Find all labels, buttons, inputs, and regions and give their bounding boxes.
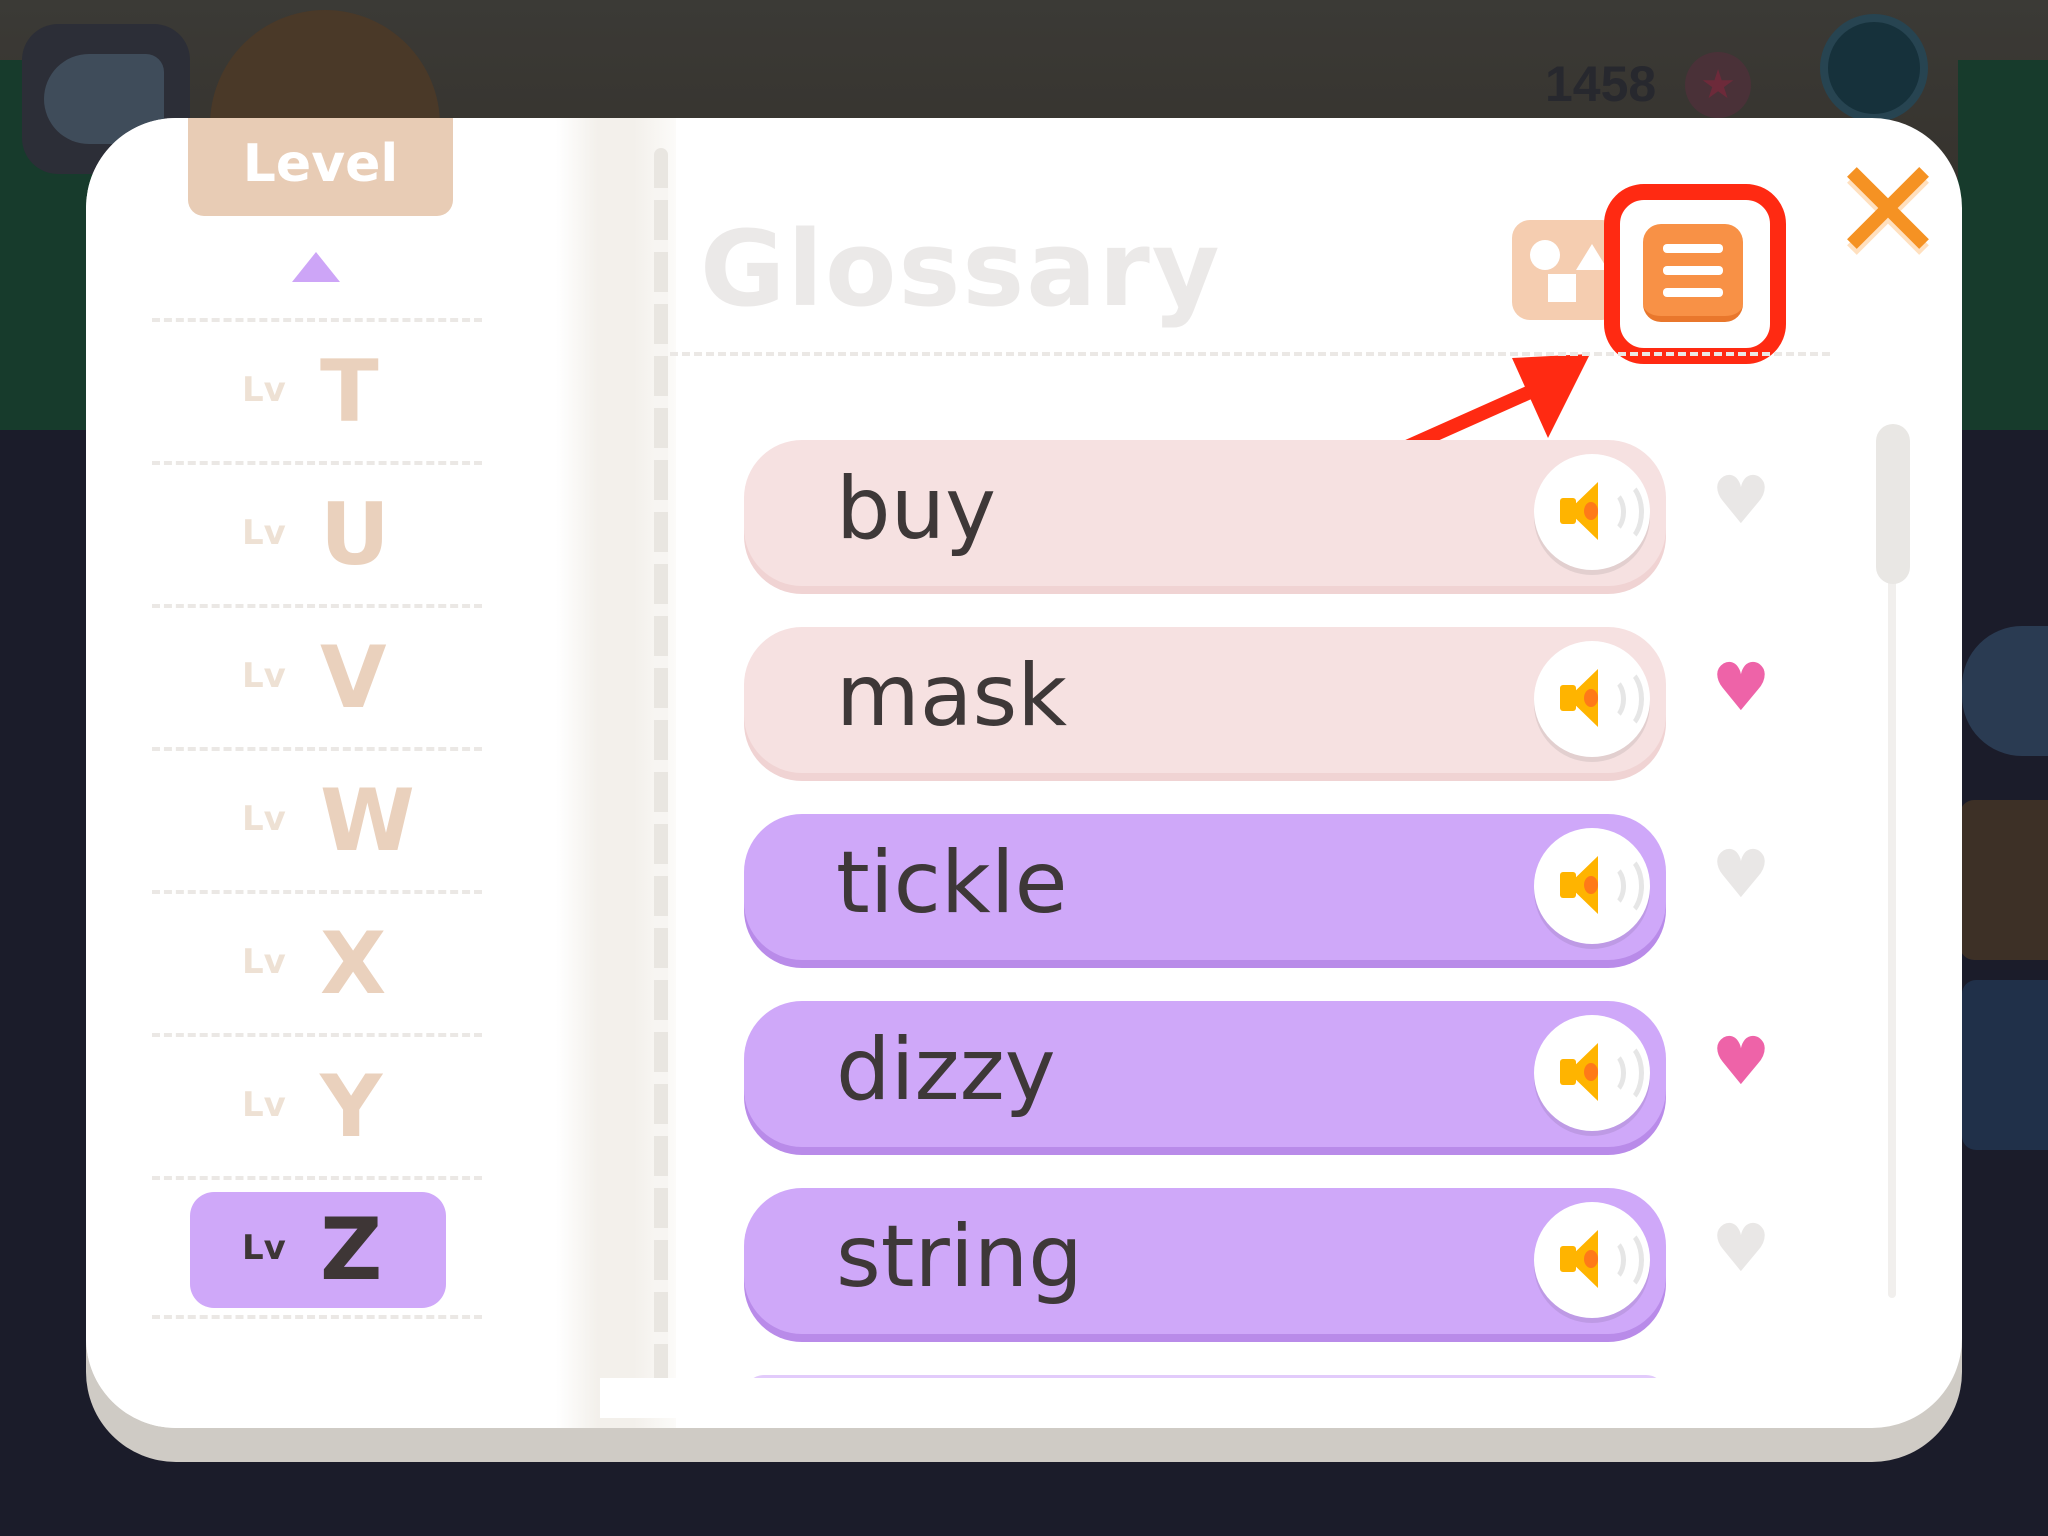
level-letter: U [320,485,390,585]
word-row: dizzy ♥ [744,1001,1784,1188]
globe-icon [1820,14,1928,122]
favorite-heart-icon[interactable]: ♥ [1706,840,1776,910]
level-letter: Y [320,1057,383,1157]
star-icon: ★ [1685,52,1751,118]
level-letter: T [320,342,379,442]
level-prefix: Lv [242,1228,286,1268]
word-row: tickle ♥ [744,814,1784,1001]
speaker-body [1560,872,1576,898]
favorite-heart-icon[interactable]: ♥ [1706,653,1776,723]
level-letter: X [320,914,387,1014]
speaker-body [1560,685,1576,711]
word-row: string ♥ [744,1188,1784,1375]
level-header: Level [188,118,453,216]
sound-wave-icon [1602,667,1644,731]
audio-button[interactable] [1534,641,1650,757]
level-row: Lv X [152,890,482,1033]
word-card[interactable]: tickle [744,814,1666,960]
audio-button[interactable] [1534,828,1650,944]
list-icon-line [1663,266,1723,275]
level-row: Lv V [152,604,482,747]
circle-shape-icon [1530,240,1560,270]
word-text: dizzy [836,1020,1056,1120]
word-card[interactable]: mask [744,627,1666,773]
header-divider [670,352,1830,356]
list-icon-line [1663,244,1723,253]
list-clip [600,1378,1876,1418]
word-text: string [836,1207,1083,1307]
word-card[interactable]: buy [744,440,1666,586]
level-item-v[interactable]: Lv V [152,620,482,736]
sound-wave-icon [1602,480,1644,544]
sound-wave-icon [1602,1041,1644,1105]
favorite-heart-icon[interactable]: ♥ [1706,1027,1776,1097]
level-item-x[interactable]: Lv X [152,906,482,1022]
word-text: buy [836,459,996,559]
level-letter: Z [320,1200,383,1300]
side-card [1960,800,2048,960]
square-shape-icon [1548,274,1576,302]
level-row: Lv W [152,747,482,890]
level-row: Lv Y [152,1033,482,1176]
word-list: buy ♥ mask ♥ tickle ♥ dizzy ♥ string ♥ [744,440,1784,1375]
sound-wave-icon [1602,1228,1644,1292]
scrollbar-thumb[interactable] [1876,424,1910,584]
level-row: Lv T [152,318,482,461]
favorite-heart-icon[interactable]: ♥ [1706,1214,1776,1284]
audio-button[interactable] [1534,454,1650,570]
level-prefix: Lv [242,799,286,839]
favorite-heart-icon[interactable]: ♥ [1706,466,1776,536]
word-text: mask [836,646,1068,746]
level-prefix: Lv [242,370,286,410]
level-item-t[interactable]: Lv T [152,334,482,450]
scroll-up-arrow-icon[interactable] [292,252,340,282]
level-letter: W [320,771,415,871]
book-seam [654,148,668,1408]
background-curtain-right [1958,60,2048,430]
audio-button[interactable] [1534,1015,1650,1131]
word-card[interactable]: string [744,1188,1666,1334]
ai-button [1962,980,2048,1150]
speaker-body [1560,1059,1576,1085]
level-item-y[interactable]: Lv Y [152,1049,482,1165]
word-row: buy ♥ [744,440,1784,627]
sound-wave-icon [1602,854,1644,918]
word-text: tickle [836,833,1068,933]
word-row: mask ♥ [744,627,1784,814]
score-counter: 1458 [1545,56,1657,112]
level-item-w[interactable]: Lv W [152,763,482,879]
speaker-body [1560,1246,1576,1272]
list-view-button[interactable] [1643,224,1743,322]
audio-button[interactable] [1534,1202,1650,1318]
level-prefix: Lv [242,942,286,982]
level-prefix: Lv [242,656,286,696]
level-item-z[interactable]: Lv Z [190,1192,446,1308]
level-prefix: Lv [242,513,286,553]
level-prefix: Lv [242,1085,286,1125]
list-icon-line [1663,288,1723,297]
level-row: Lv U [152,461,482,604]
level-list: Lv T Lv U Lv V Lv W Lv X Lv Y Lv Z [152,318,482,1319]
word-card[interactable]: dizzy [744,1001,1666,1147]
level-item-u[interactable]: Lv U [152,477,482,593]
page-title: Glossary [700,208,1222,330]
close-button[interactable]: ✕ [1826,142,1950,282]
level-row: Lv Z [152,1176,482,1319]
speaker-body [1560,498,1576,524]
level-letter: V [320,628,387,728]
